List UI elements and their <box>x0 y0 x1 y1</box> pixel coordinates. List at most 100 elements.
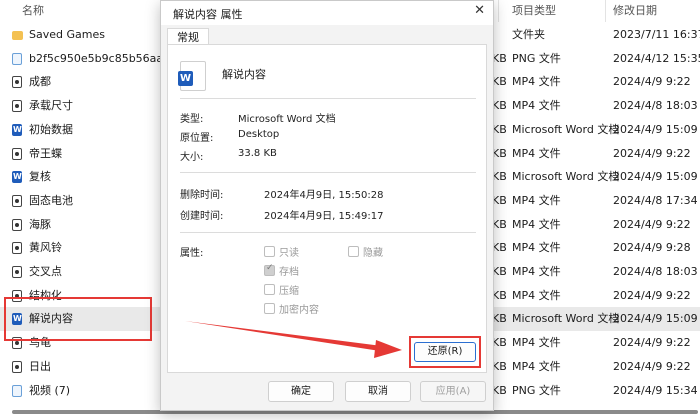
file-type: MP4 文件 <box>512 99 561 113</box>
file-size: KB <box>492 265 507 278</box>
file-name: 复核 <box>29 170 51 184</box>
deleted-time-value: 2024年4月9日, 15:50:28 <box>264 190 384 201</box>
word-document-icon: W <box>178 61 206 91</box>
file-size: KB <box>492 217 507 231</box>
encrypt-checkbox-label: 加密内容 <box>279 305 319 316</box>
apply-button[interactable]: 应用(A) <box>420 381 486 402</box>
file-date: 2024/4/9 9:22 <box>613 336 691 350</box>
file-date: 2024/4/8 18:03 <box>613 265 698 278</box>
column-divider <box>605 0 606 22</box>
folder-icon <box>12 31 23 40</box>
annotation-box-selected-file <box>4 297 152 341</box>
video-file-icon <box>12 360 22 373</box>
file-name: 海豚 <box>29 217 51 231</box>
file-type: MP4 文件 <box>512 75 561 89</box>
video-file-icon <box>12 194 22 207</box>
close-icon[interactable]: ✕ <box>474 3 485 18</box>
created-time-label: 创建时间: <box>180 211 224 222</box>
file-size: KB <box>492 312 507 326</box>
location-value: Desktop <box>238 129 280 140</box>
file-size: KB <box>492 122 507 136</box>
size-value: 33.8 KB <box>238 148 277 159</box>
file-type: MP4 文件 <box>512 217 561 231</box>
file-name: b2f5c950e5b9c85b56aae2fc8 <box>29 51 165 65</box>
file-date: 2024/4/8 18:03 <box>613 99 698 113</box>
word-file-icon <box>12 118 22 141</box>
file-size: KB <box>492 383 507 397</box>
readonly-checkbox-label: 只读 <box>279 248 299 259</box>
file-type: 文件夹 <box>512 28 545 41</box>
column-header-name[interactable]: 名称 <box>22 0 44 22</box>
encrypt-checkbox[interactable] <box>264 303 275 314</box>
file-date: 2024/4/9 15:09 <box>613 122 698 136</box>
dialog-titlebar: 解说内容 属性 ✕ <box>161 1 493 25</box>
ok-button[interactable]: 确定 <box>268 381 334 402</box>
file-type: MP4 文件 <box>512 359 561 373</box>
file-size: KB <box>492 336 507 350</box>
file-type: MP4 文件 <box>512 146 561 160</box>
file-type: MP4 文件 <box>512 241 561 255</box>
file-type: Microsoft Word 文档 <box>512 122 620 136</box>
file-name: 视频 (7) <box>29 383 71 397</box>
dialog-title: 解说内容 属性 <box>173 8 243 21</box>
readonly-checkbox[interactable] <box>264 246 275 257</box>
file-date: 2024/4/9 15:09 <box>613 170 698 184</box>
file-name: 帝王蝶 <box>29 146 62 160</box>
file-date: 2024/4/9 9:22 <box>613 359 691 373</box>
file-date: 2024/4/8 17:34 <box>613 193 698 207</box>
file-type: MP4 文件 <box>512 336 561 350</box>
file-date: 2024/4/9 15:09 <box>613 312 698 326</box>
word-file-icon <box>12 165 22 189</box>
file-size: KB <box>492 193 507 207</box>
hidden-checkbox[interactable] <box>348 246 359 257</box>
file-size: KB <box>492 359 507 373</box>
restore-button[interactable]: 还原(R) <box>414 342 476 362</box>
compress-checkbox-label: 压缩 <box>279 286 299 297</box>
video-file-icon <box>12 242 22 255</box>
file-type: PNG 文件 <box>512 51 561 65</box>
file-size: KB <box>492 99 507 113</box>
video-file-icon <box>12 266 22 278</box>
divider <box>180 232 476 233</box>
video-file-icon <box>12 76 22 89</box>
file-size: KB <box>492 170 507 184</box>
general-panel: W 解说内容 类型: Microsoft Word 文档 原位置: Deskto… <box>167 44 487 373</box>
archive-checkbox[interactable] <box>264 263 275 276</box>
file-size: KB <box>492 51 507 65</box>
column-header-type[interactable]: 项目类型 <box>512 0 556 22</box>
properties-dialog: 解说内容 属性 ✕ 常规 W 解说内容 类型: Microsoft Word 文… <box>160 0 494 411</box>
file-name: 交叉点 <box>29 265 62 278</box>
file-date: 2024/4/9 9:22 <box>613 75 691 89</box>
file-name: 黄风铃 <box>29 241 62 255</box>
file-size: KB <box>492 75 507 89</box>
hidden-checkbox-label: 隐藏 <box>363 248 383 259</box>
file-size: KB <box>492 288 507 302</box>
divider <box>180 172 476 173</box>
file-date: 2024/4/9 9:22 <box>613 146 691 160</box>
file-type: MP4 文件 <box>512 265 561 278</box>
type-value: Microsoft Word 文档 <box>238 114 336 125</box>
tab-bar: 常规 <box>161 25 493 48</box>
archive-checkbox-label: 存档 <box>279 267 299 278</box>
video-file-icon <box>12 100 22 113</box>
file-name-value: 解说内容 <box>222 68 266 81</box>
video-file-icon <box>12 218 22 231</box>
compress-checkbox[interactable] <box>264 284 275 295</box>
file-date: 2024/4/9 9:22 <box>613 288 691 302</box>
cancel-button[interactable]: 取消 <box>345 381 411 402</box>
video-file-icon <box>12 147 22 160</box>
file-type: Microsoft Word 文档 <box>512 170 620 184</box>
size-label: 大小: <box>180 152 204 163</box>
file-type: MP4 文件 <box>512 193 561 207</box>
file-type: Microsoft Word 文档 <box>512 312 620 326</box>
file-type: MP4 文件 <box>512 288 561 302</box>
file-size: KB <box>492 146 507 160</box>
file-name: 初始数据 <box>29 122 73 136</box>
file-name: Saved Games <box>29 28 105 41</box>
file-date: 2024/4/9 9:28 <box>613 241 691 255</box>
column-header-date[interactable]: 修改日期 <box>613 0 657 22</box>
column-divider <box>498 0 499 22</box>
type-label: 类型: <box>180 114 204 125</box>
png-file-icon <box>12 384 22 397</box>
deleted-time-label: 删除时间: <box>180 190 224 201</box>
